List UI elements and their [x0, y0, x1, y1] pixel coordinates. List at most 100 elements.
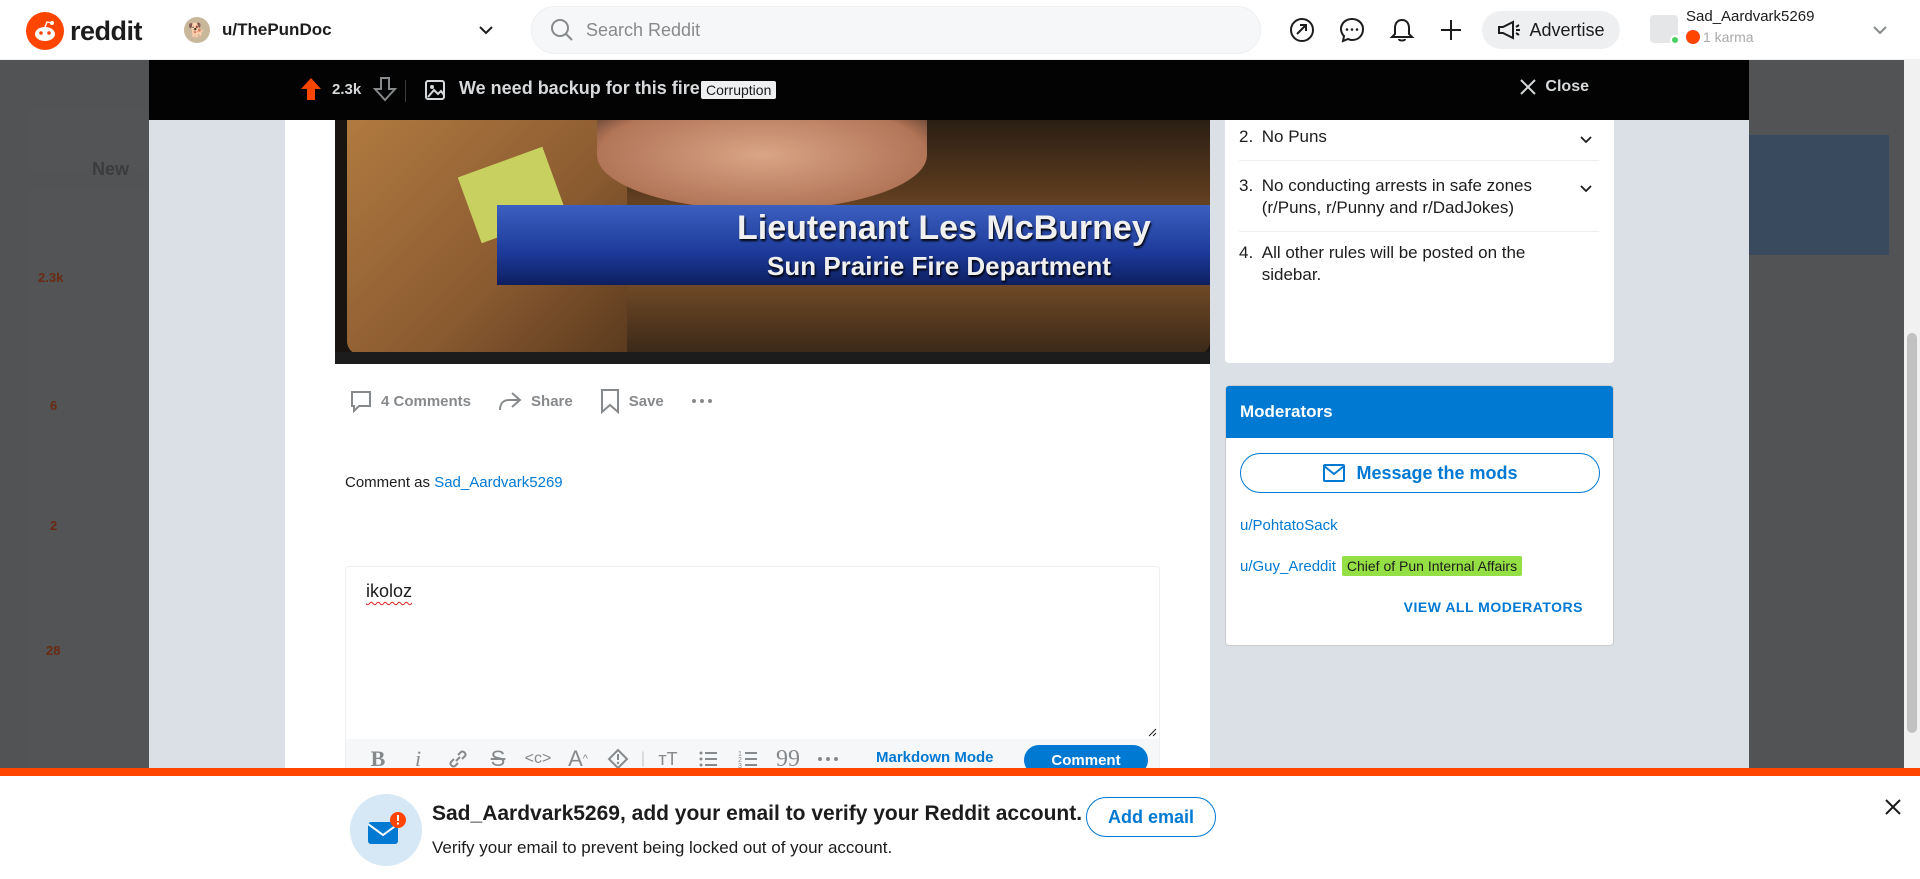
community-name: u/ThePunDoc	[222, 20, 332, 39]
rule-item: 4. All other rules will be posted on the…	[1239, 242, 1599, 286]
more-formatting-icon[interactable]	[808, 741, 848, 770]
divider	[1239, 160, 1599, 161]
close-label: Close	[1545, 78, 1589, 95]
banner-title: Sad_Aardvark5269, add your email to veri…	[432, 802, 1083, 825]
comment-username-link[interactable]: Sad_Aardvark5269	[434, 474, 562, 491]
comment-textarea[interactable]: ikoloz	[366, 581, 412, 602]
divider	[1239, 231, 1599, 232]
tv-lower-third: Lieutenant Les McBurney Sun Prairie Fire…	[497, 205, 1210, 285]
markdown-mode-toggle[interactable]: Markdown Mode	[876, 749, 994, 766]
scrollbar[interactable]	[1904, 60, 1920, 770]
email-alert-icon	[350, 794, 422, 866]
advertise-button[interactable]: Advertise	[1482, 11, 1620, 49]
save-button[interactable]: Save	[595, 382, 668, 420]
add-email-button[interactable]: Add email	[1086, 797, 1216, 837]
link-icon[interactable]	[438, 741, 478, 770]
italic-icon[interactable]: i	[398, 741, 438, 770]
quote-block-icon[interactable]: 99	[768, 741, 808, 771]
bookmark-icon	[600, 389, 619, 414]
moderators-heading: Moderators	[1226, 386, 1613, 438]
post-content: Lieutenant Les McBurney Sun Prairie Fire…	[285, 120, 1210, 770]
formatting-toolbar: B i S <c> A ^ | тT 123 99 Markdown Mode …	[346, 739, 1159, 770]
banner-subtitle: Verify your email to prevent being locke…	[432, 838, 893, 857]
post-modal: 2.3k We need backup for this fire! Corru…	[149, 60, 1749, 770]
create-post-plus-icon[interactable]	[1436, 15, 1466, 45]
comment-icon	[351, 391, 371, 413]
share-button[interactable]: Share	[493, 383, 577, 419]
search-input[interactable]	[586, 19, 1186, 41]
post-image[interactable]: Lieutenant Les McBurney Sun Prairie Fire…	[335, 120, 1210, 364]
search-icon	[551, 19, 573, 41]
resize-handle-icon[interactable]	[1147, 727, 1157, 737]
vote-count: 2	[50, 518, 58, 533]
caption-name: Lieutenant Les McBurney	[737, 209, 1151, 247]
rule-number: 2.	[1239, 127, 1254, 146]
view-all-moderators-link[interactable]: VIEW ALL MODERATORS	[1404, 599, 1583, 615]
bold-icon[interactable]: B	[358, 741, 398, 770]
moderators-card: Moderators Message the mods u/PohtatoSac…	[1225, 385, 1614, 646]
toolbar-divider: |	[640, 750, 646, 767]
community-dropdown[interactable]: 🐕 u/ThePunDoc	[180, 12, 500, 48]
moderator-link[interactable]: u/Guy_Areddit	[1240, 558, 1336, 575]
karma-icon	[1686, 30, 1700, 44]
close-button[interactable]: Close	[1519, 78, 1589, 96]
rule-number: 3.	[1239, 176, 1254, 195]
background-banner	[1749, 135, 1889, 255]
message-mods-button[interactable]: Message the mods	[1240, 453, 1600, 493]
vote-count: 6	[50, 398, 58, 413]
top-header: reddit 🐕 u/ThePunDoc Advertise Sad_Aardv…	[0, 0, 1920, 60]
banner-accent-stripe	[0, 768, 1920, 776]
reddit-logo[interactable]: reddit	[26, 12, 143, 50]
comment-editor[interactable]: ikoloz B i S <c> A ^ | тT 1 2 3 99 Markd…	[345, 566, 1160, 770]
user-menu[interactable]: Sad_Aardvark5269 1 karma	[1650, 6, 1900, 54]
share-icon	[499, 392, 522, 411]
comment-submit-button[interactable]: Comment	[1024, 745, 1148, 770]
vote-count: 2.3k	[38, 270, 64, 285]
comments-button[interactable]: 4 Comments	[345, 383, 475, 419]
chevron-down-icon	[1580, 136, 1592, 144]
notification-bell-icon[interactable]	[1387, 15, 1417, 45]
sort-new-label: New	[92, 159, 130, 179]
search-bar[interactable]	[531, 6, 1261, 54]
post-actions: 4 Comments Share Save	[345, 382, 718, 420]
close-icon[interactable]	[1884, 798, 1902, 816]
inline-code-icon[interactable]: <c>	[518, 741, 558, 770]
moderator-flair: Chief of Pun Internal Affairs	[1341, 556, 1523, 576]
save-label: Save	[628, 392, 664, 410]
downvote-arrow-icon[interactable]	[373, 76, 397, 102]
community-avatar: 🐕	[184, 17, 210, 43]
chevron-down-icon	[1873, 26, 1887, 35]
chevron-down-icon	[479, 26, 493, 35]
online-status-dot	[1670, 35, 1680, 45]
comment-as-prefix: Comment as	[345, 474, 431, 491]
heading-icon[interactable]: тT	[648, 741, 688, 770]
advertise-label: Advertise	[1529, 19, 1605, 40]
more-options-button[interactable]	[686, 390, 718, 412]
popular-icon[interactable]	[1287, 15, 1317, 45]
rule-text: No conducting arrests in safe zones (r/P…	[1261, 176, 1532, 217]
mail-icon	[1323, 464, 1346, 482]
spoiler-icon[interactable]	[598, 741, 638, 770]
rule-number: 4.	[1239, 243, 1254, 262]
karma-label: 1 karma	[1703, 29, 1754, 45]
scrollbar-thumb[interactable]	[1907, 333, 1917, 733]
post-flair[interactable]: Corruption	[701, 81, 777, 99]
strikethrough-icon[interactable]: S	[478, 741, 518, 770]
sort-card	[30, 110, 150, 170]
image-bottom-border	[335, 352, 1210, 364]
rule-item[interactable]: 2. No Puns	[1239, 126, 1599, 148]
upvote-arrow-icon[interactable]	[299, 76, 323, 102]
reddit-snoo-icon	[26, 12, 64, 50]
vote-count: 28	[46, 643, 61, 658]
username: Sad_Aardvark5269	[1686, 8, 1815, 25]
rule-item[interactable]: 3. No conducting arrests in safe zones (…	[1239, 175, 1599, 219]
numbered-list-icon[interactable]: 123	[728, 741, 768, 770]
post-title-bar: 2.3k We need backup for this fire! Corru…	[149, 60, 1749, 120]
face-shape	[597, 120, 927, 210]
chevron-down-icon	[1580, 185, 1592, 193]
superscript-icon[interactable]: A ^	[558, 741, 598, 770]
bulleted-list-icon[interactable]	[688, 741, 728, 770]
moderator-link[interactable]: u/PohtatoSack	[1240, 517, 1338, 534]
chat-icon[interactable]	[1337, 15, 1367, 45]
divider	[405, 80, 406, 102]
